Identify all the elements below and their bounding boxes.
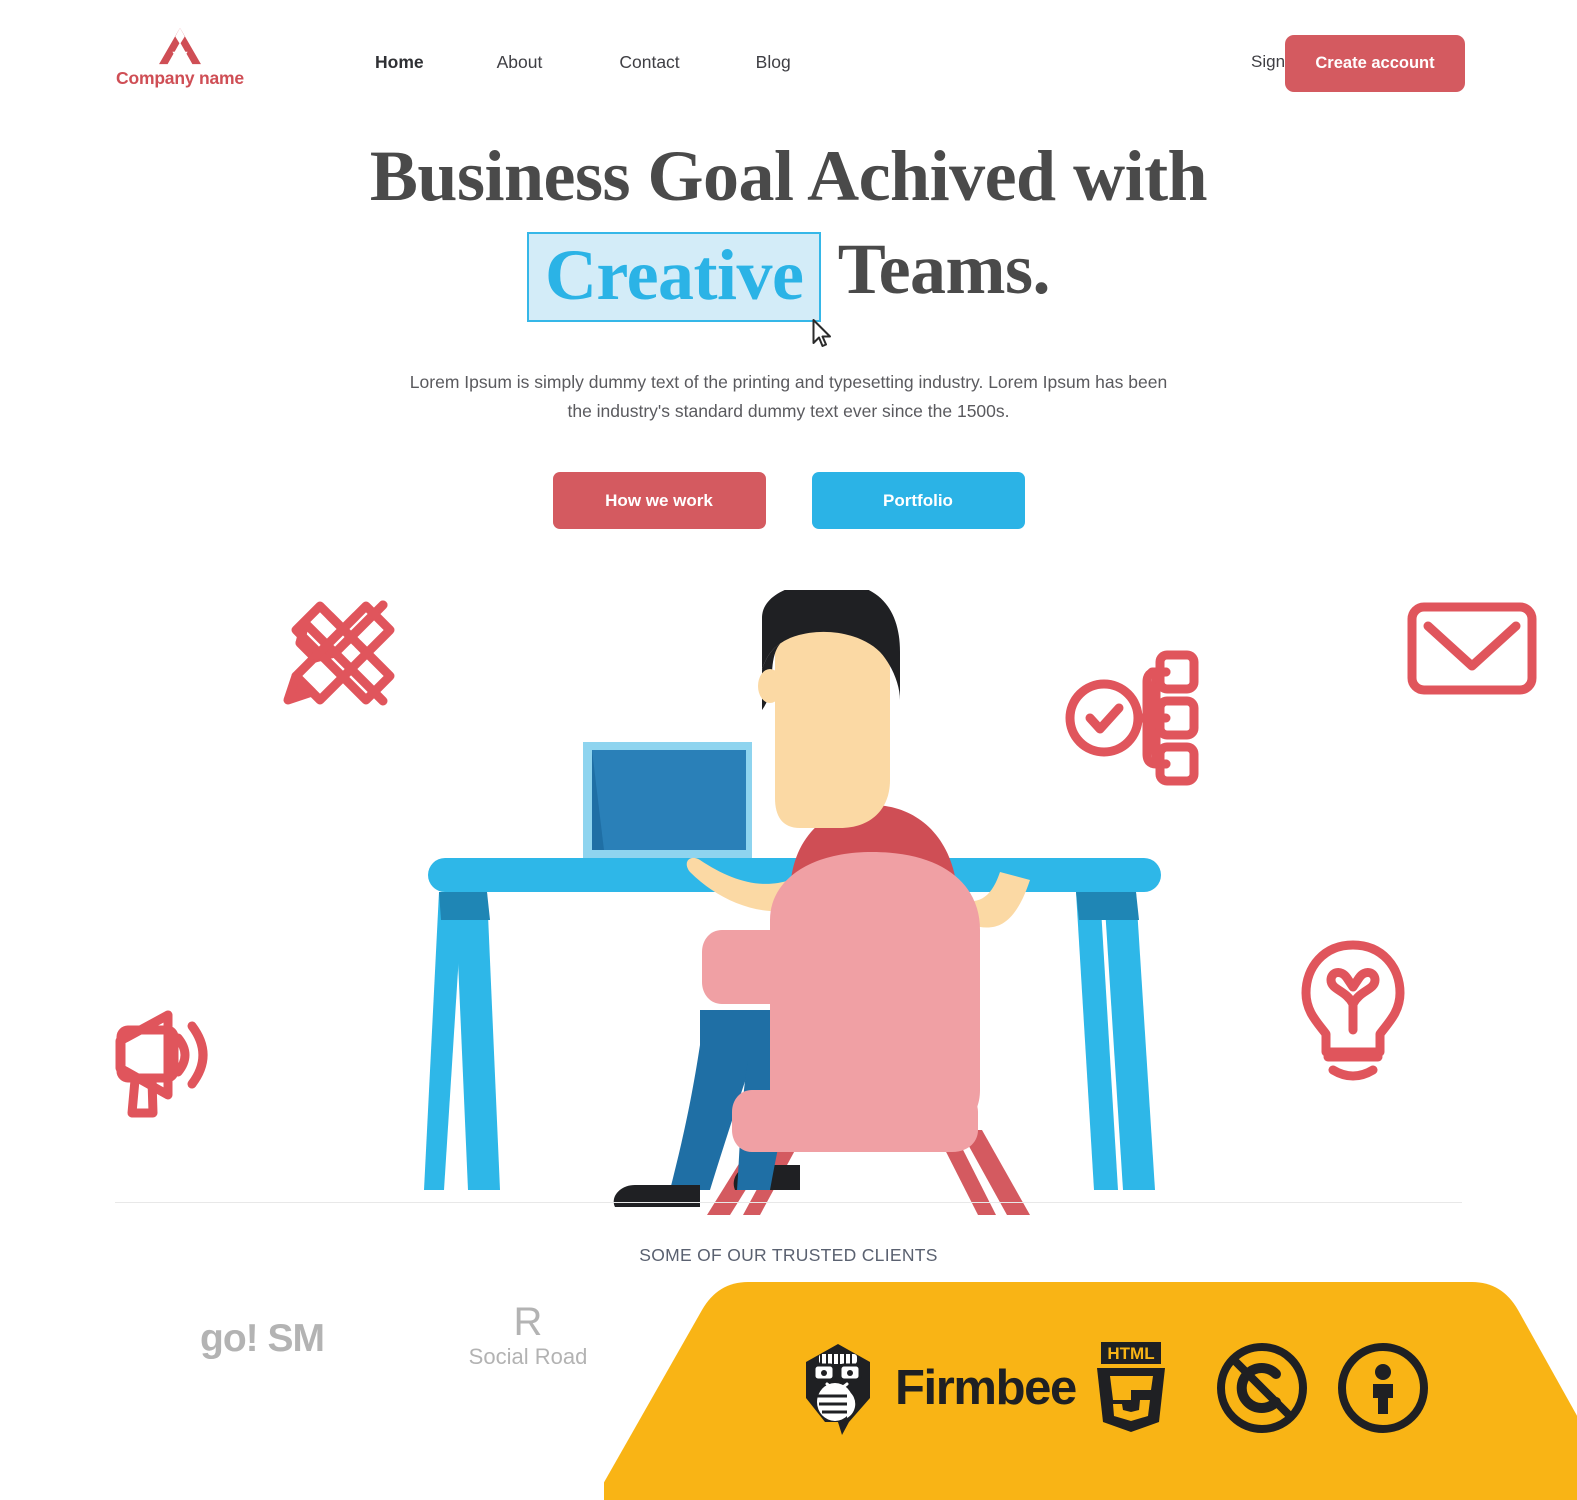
hero-highlight-wrap: Creative (526, 223, 831, 347)
page-title: Business Goal Achived with Creative Team… (0, 130, 1577, 347)
no-copyright-icon (1217, 1343, 1307, 1433)
main-navigation: Home About Contact Blog (375, 52, 791, 73)
envelope-icon (1407, 602, 1537, 695)
nav-item-blog[interactable]: Blog (756, 52, 791, 73)
attribution-person-icon (1338, 1343, 1428, 1433)
how-we-work-button[interactable]: How we work (552, 472, 766, 529)
social-road-mark: R (513, 1300, 543, 1344)
social-road-name: Social Road (468, 1344, 588, 1369)
landing-page: Company name Home About Contact Blog Sig… (0, 0, 1577, 1500)
hero-highlight-word[interactable]: Creative (526, 232, 822, 322)
hero-section: Business Goal Achived with Creative Team… (0, 130, 1577, 529)
clients-section-title: SOME OF OUR TRUSTED CLIENTS (639, 1245, 938, 1265)
firmbee-bee-icon (806, 1344, 870, 1435)
hero-cta-row: How we work Portfolio (0, 472, 1577, 529)
mouse-pointer-icon (812, 319, 831, 347)
site-header: Company name Home About Contact Blog Sig… (0, 0, 1577, 128)
sponsor-banner: Firmbee HTML (594, 1282, 1577, 1500)
hero-illustration (0, 582, 1577, 1215)
hero-title-line1: Business Goal Achived with (369, 136, 1208, 216)
megaphone-icon (115, 1010, 208, 1118)
pencil-ruler-icon (283, 600, 395, 706)
lightbulb-heart-icon (1301, 940, 1405, 1081)
social-road-logo: R Social Road (458, 1302, 598, 1370)
banner-logos-row: Firmbee HTML (604, 1340, 1577, 1440)
hero-subtitle: Lorem Ipsum is simply dummy text of the … (409, 372, 1168, 421)
nav-item-about[interactable]: About (497, 52, 543, 73)
html5-logo: HTML (1097, 1342, 1165, 1432)
desk-scene-illustration (115, 582, 1537, 1215)
firmbee-logo: Firmbee (797, 1340, 1077, 1435)
A-logo-icon (159, 27, 201, 65)
go-sm-logo: go! SM (200, 1317, 325, 1360)
brand-name: Company name (116, 68, 244, 88)
section-divider (115, 1202, 1462, 1203)
person-head (758, 582, 900, 828)
workflow-check-icon (1065, 650, 1199, 786)
hero-title-after: Teams. (837, 229, 1051, 309)
firmbee-wordmark: Firmbee (895, 1360, 1077, 1415)
svg-text:HTML: HTML (1107, 1344, 1154, 1363)
nav-item-home[interactable]: Home (375, 52, 424, 73)
brand-logo[interactable]: Company name (114, 26, 246, 89)
portfolio-button[interactable]: Portfolio (811, 472, 1025, 529)
create-account-button[interactable]: Create account (1285, 35, 1465, 92)
nav-item-contact[interactable]: Contact (619, 52, 679, 73)
